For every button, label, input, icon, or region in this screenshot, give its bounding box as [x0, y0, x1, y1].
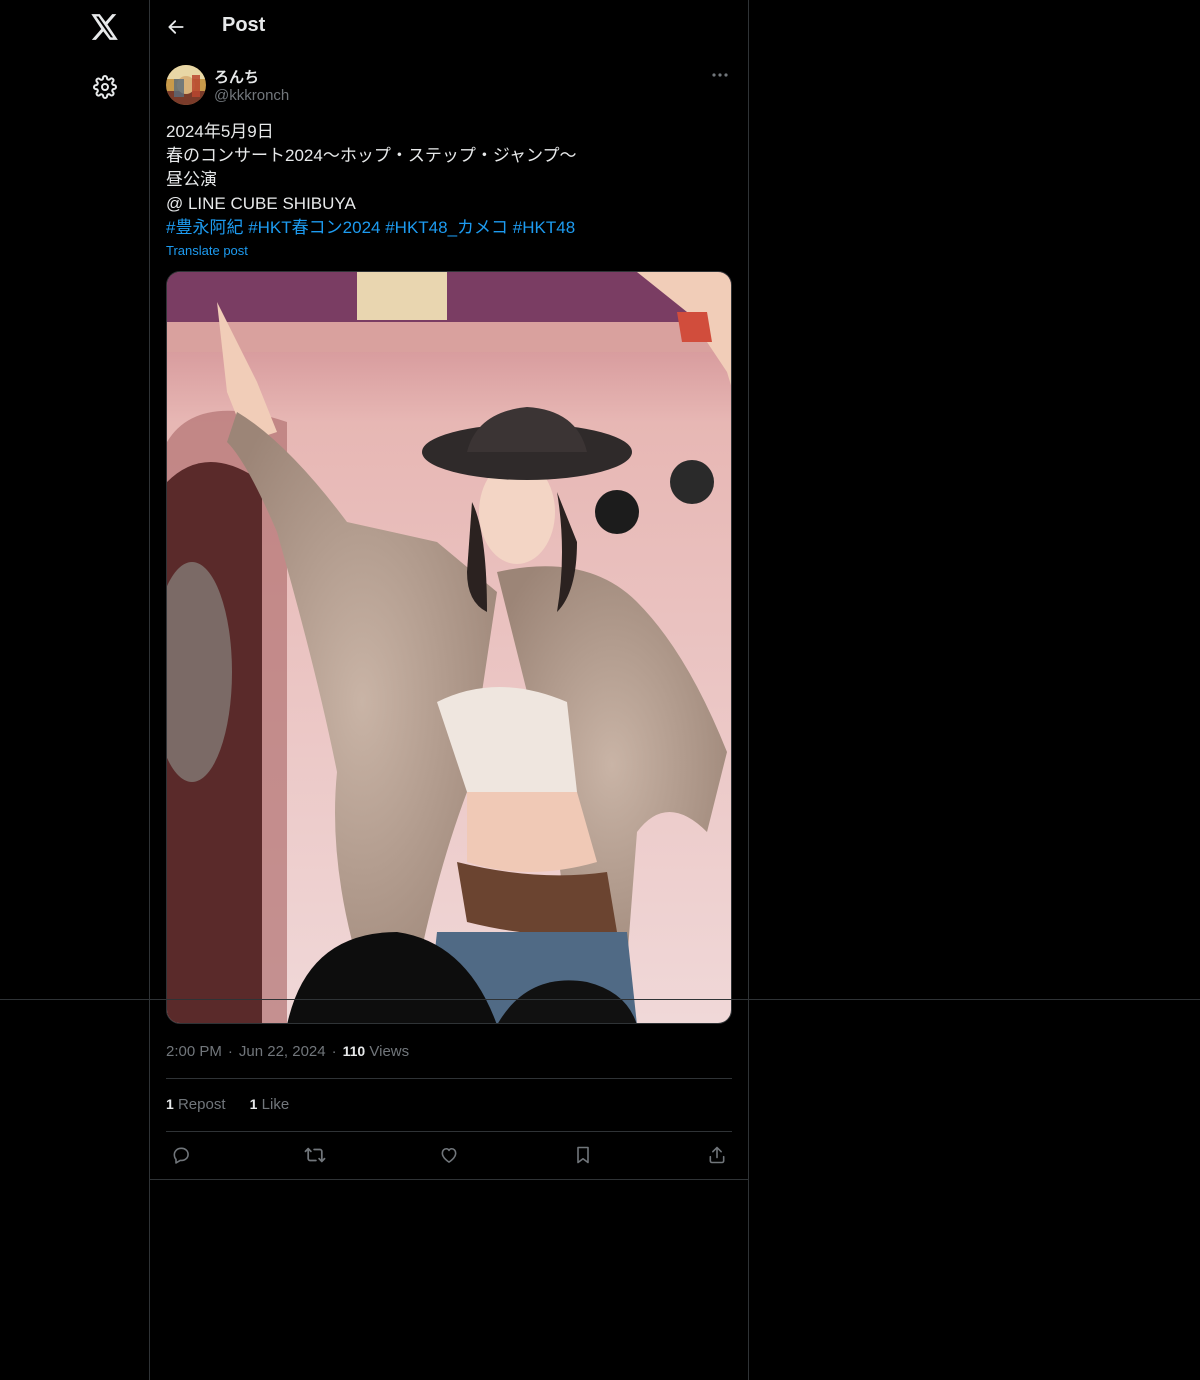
views-label: Views	[369, 1043, 410, 1060]
like-button[interactable]	[434, 1140, 464, 1170]
post-date[interactable]: Jun 22, 2024	[239, 1043, 326, 1060]
page-header: Post	[150, 0, 748, 54]
viewport-fold-line	[0, 999, 1200, 1000]
post-author: ろんち @kkkronch	[166, 64, 732, 106]
post-actions	[166, 1140, 732, 1170]
post-text: 2024年5月9日 春のコンサート2024〜ホップ・ステップ・ジャンプ〜 昼公演…	[166, 120, 732, 240]
heart-icon	[441, 1147, 457, 1163]
reposts-stat[interactable]: 1 Repost	[166, 1096, 226, 1113]
divider	[166, 1078, 732, 1079]
likes-stat[interactable]: 1 Like	[250, 1096, 290, 1113]
post-text-line: 2024年5月9日	[166, 122, 274, 141]
post-text-line: @ LINE CUBE SHIBUYA	[166, 194, 356, 213]
likes-count: 1	[249, 1096, 258, 1112]
hashtag-link[interactable]: #豊永阿紀	[166, 218, 243, 237]
hashtag-link[interactable]: #HKT48_カメコ	[385, 218, 508, 237]
divider	[166, 1131, 732, 1132]
translate-post-link[interactable]: Translate post	[166, 243, 248, 258]
post-photo[interactable]	[166, 271, 732, 1024]
more-icon	[712, 73, 728, 77]
column-divider-left	[149, 0, 150, 1380]
reply-button[interactable]	[166, 1140, 196, 1170]
post-stats: 1 Repost 1 Like	[166, 1096, 309, 1113]
post-text-line: 昼公演	[166, 170, 217, 189]
divider	[150, 1179, 748, 1180]
post-text-line: 春のコンサート2024〜ホップ・ステップ・ジャンプ〜	[166, 146, 577, 165]
hashtag-link[interactable]: #HKT春コン2024	[248, 218, 380, 237]
hashtag-list: #豊永阿紀 #HKT春コン2024 #HKT48_カメコ #HKT48	[166, 216, 732, 240]
page-title: Post	[222, 14, 266, 36]
x-logo-icon[interactable]	[81, 3, 129, 51]
post-time[interactable]: 2:00 PM	[166, 1043, 222, 1060]
likes-label: Like	[261, 1096, 290, 1113]
meta-separator: ·	[227, 1043, 233, 1060]
column-divider-right	[748, 0, 749, 1380]
share-button[interactable]	[702, 1140, 732, 1170]
hashtag-link[interactable]: #HKT48	[513, 218, 575, 237]
avatar[interactable]	[166, 65, 206, 105]
repost-button[interactable]	[300, 1140, 330, 1170]
gear-icon[interactable]	[81, 63, 129, 111]
share-icon	[709, 1146, 725, 1164]
left-nav	[0, 0, 149, 1380]
arrow-left-icon	[168, 20, 184, 34]
reposts-label: Repost	[177, 1096, 226, 1113]
bookmark-button[interactable]	[568, 1140, 598, 1170]
more-options-button[interactable]	[708, 64, 732, 86]
back-button[interactable]	[160, 11, 192, 43]
meta-separator: ·	[331, 1043, 337, 1060]
repost-icon	[304, 1147, 326, 1163]
author-display-name[interactable]: ろんち	[214, 66, 259, 87]
reply-icon	[173, 1147, 189, 1164]
author-handle[interactable]: @kkkronch	[214, 87, 289, 104]
bookmark-icon	[577, 1146, 589, 1164]
views-count: 110	[342, 1043, 366, 1059]
reposts-count: 1	[166, 1096, 174, 1112]
post-meta: 2:00 PM · Jun 22, 2024 · 110 Views	[166, 1043, 409, 1060]
